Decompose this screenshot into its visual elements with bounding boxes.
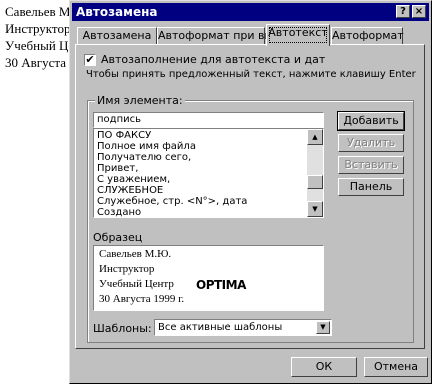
sample-preview: Савельев М.Ю. Инструктор Учебный Центр O… [93, 245, 324, 311]
delete-button[interactable]: Удалить [338, 134, 404, 152]
close-button[interactable]: × [412, 5, 426, 18]
document-line: Инструктор [5, 21, 71, 36]
element-name-input[interactable]: подпись [93, 112, 324, 128]
element-list[interactable]: ПО ФАКСУ Полное имя файла Получателю сег… [93, 128, 324, 218]
document-page: Савельев М Инструктор Учебный Це 30 Авгу… [0, 0, 80, 386]
autocomplete-checkbox[interactable]: ✔ [84, 54, 96, 66]
help-button[interactable]: ? [396, 5, 410, 18]
sample-line: Инструктор [99, 263, 155, 275]
optima-logo: OPTIMA [196, 278, 246, 292]
autocorrect-dialog: Автозамена ? × Автозамена Автоформат при… [69, 0, 432, 384]
scroll-up-icon[interactable]: ▲ [307, 129, 323, 145]
add-button[interactable]: Добавить [337, 111, 405, 131]
element-name-caption: Имя элемента: [95, 94, 185, 107]
tab-autoformat[interactable]: Автоформат [331, 27, 404, 45]
cancel-button[interactable]: Отмена [364, 357, 428, 377]
element-group: Имя элемента: подпись ПО ФАКСУ Полное им… [87, 94, 414, 343]
list-item[interactable]: Привет, [97, 163, 138, 174]
sample-caption: Образец [93, 231, 143, 244]
element-name-value: подпись [97, 114, 141, 125]
scroll-down-icon[interactable]: ▼ [307, 201, 323, 217]
tab-autotext[interactable]: Автотекст [266, 24, 330, 46]
autocomplete-label[interactable]: Автозаполнение для автотекста и дат [101, 53, 325, 66]
list-item[interactable]: ПО ФАКСУ [97, 130, 151, 141]
templates-label: Шаблоны: [93, 322, 152, 335]
list-scrollbar[interactable]: ▲ ▼ [307, 129, 323, 217]
autotext-panel: ✔ Автозаполнение для автотекста и дат Чт… [75, 44, 425, 349]
dialog-title: Автозамена [76, 5, 158, 19]
templates-value: Все активные шаблоны [158, 322, 283, 333]
document-line: 30 Августа [5, 55, 66, 70]
title-bar[interactable]: Автозамена ? × [72, 3, 429, 21]
list-item[interactable]: Создано [97, 207, 141, 218]
templates-select[interactable]: Все активные шаблоны ▼ [154, 319, 332, 336]
insert-button[interactable]: Вставить [338, 156, 404, 174]
sample-line: Учебный Центр [99, 278, 174, 290]
tab-autocorrect[interactable]: Автозамена [77, 27, 157, 45]
scroll-thumb[interactable] [307, 175, 323, 189]
sample-line: Савельев М.Ю. [99, 248, 172, 260]
list-item[interactable]: Служебное, стр. <N°>, дата [97, 196, 247, 207]
list-item[interactable]: Получателю сего, [97, 152, 191, 163]
toolbar-button[interactable]: Панель [338, 178, 404, 196]
list-item[interactable]: СЛУЖЕБНОЕ [97, 185, 163, 196]
autocomplete-hint: Чтобы принять предложенный текст, нажмит… [86, 69, 416, 80]
chevron-down-icon[interactable]: ▼ [316, 321, 330, 334]
tab-autoformat-as-you-type[interactable]: Автоформат при вводе [157, 27, 292, 45]
document-line: Учебный Це [5, 38, 75, 53]
list-item[interactable]: С уважением, [97, 174, 170, 185]
list-item[interactable]: Полное имя файла [97, 141, 196, 152]
sample-line: 30 Августа 1999 г. [99, 293, 185, 305]
ok-button[interactable]: ОК [291, 357, 357, 377]
document-line: Савельев М [5, 4, 71, 19]
